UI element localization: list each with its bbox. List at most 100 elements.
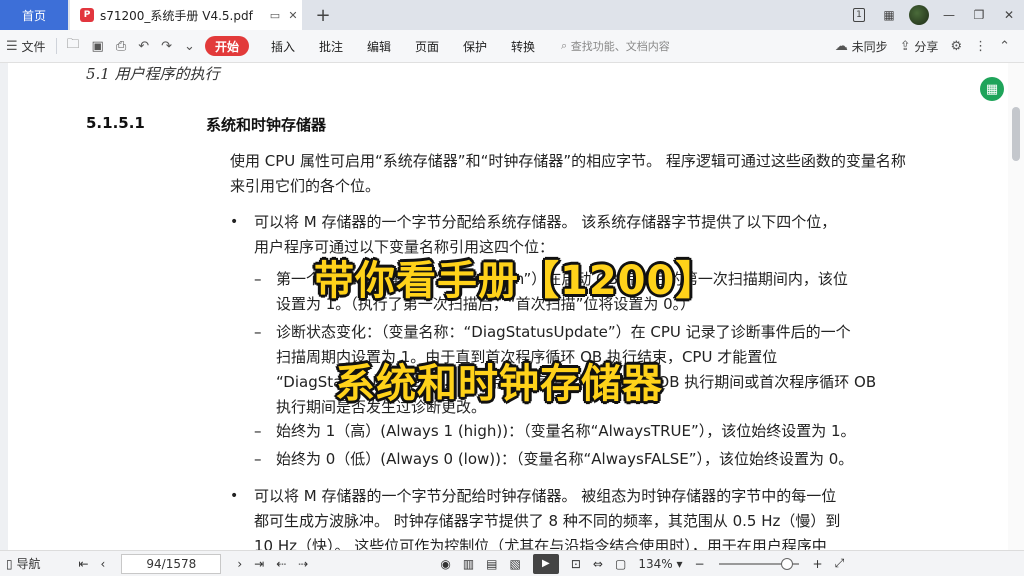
share-icon: ⇪ xyxy=(899,39,911,54)
sync-button[interactable]: ☁ 未同步 xyxy=(829,35,894,59)
section-number: 5.1.5.1 xyxy=(86,114,145,132)
more-dropdown-icon[interactable]: ⌄ xyxy=(178,34,201,58)
file-menu-label: 文件 xyxy=(21,39,46,54)
avatar-image xyxy=(909,5,929,25)
dash-item-always-false: – 始终为 0（低）(Always 0 (low))：（变量名称“AlwaysF… xyxy=(254,447,922,472)
document-viewport[interactable]: 5.1 用户程序的执行 5.1.5.1 系统和时钟存储器 使用 CPU 属性可启… xyxy=(0,63,1024,550)
bullet-line: 10 Hz（快）。 这些位可作为控制位（尤其在与沿指令结合使用时），用于在用户程… xyxy=(254,537,827,550)
search-icon: ⌕ xyxy=(561,39,568,52)
forward-icon[interactable]: ⇢ xyxy=(292,557,314,571)
dash-mark: – xyxy=(254,450,262,468)
play-icon: ▶ xyxy=(532,553,559,574)
tab-bar: 首页 P s71200_系统手册 V4.5.pdf ▭ ✕ + 1 ▦ — ❐ … xyxy=(0,0,1024,30)
zoom-out-icon[interactable]: − xyxy=(688,557,710,571)
page-number-input[interactable]: 94/1578 xyxy=(121,553,222,574)
sidebar-panel-icon: ▯ xyxy=(6,556,13,571)
search-placeholder: 查找功能、文档内容 xyxy=(570,40,670,53)
pdf-page: 5.1 用户程序的执行 5.1.5.1 系统和时钟存储器 使用 CPU 属性可启… xyxy=(8,63,1004,550)
save-icon[interactable]: ▣ xyxy=(86,34,110,58)
fit-width-icon[interactable]: ⇔ xyxy=(587,557,609,571)
menu-convert[interactable]: 转换 xyxy=(499,38,547,55)
intro-paragraph: 使用 CPU 属性可启用“系统存储器”和“时钟存储器”的相应字节。 程序逻辑可通… xyxy=(230,152,906,195)
sync-label: 未同步 xyxy=(851,40,888,54)
toolbar-right: ☁ 未同步 ⇪ 分享 ⚙ ⋮ ⌃ xyxy=(829,30,1016,63)
dash-mark: – xyxy=(254,323,262,341)
nav-panel-toggle[interactable]: ▯ 导航 xyxy=(0,555,46,572)
dash-mark: – xyxy=(254,270,262,288)
menu-edit[interactable]: 编辑 xyxy=(355,38,403,55)
actual-size-icon[interactable]: ⊡ xyxy=(565,557,587,571)
more-options-icon[interactable]: ⋮ xyxy=(968,35,993,59)
back-icon[interactable]: ⇠ xyxy=(270,557,292,571)
fit-page-icon[interactable]: ▢ xyxy=(609,557,632,571)
restore-icon[interactable]: ❐ xyxy=(964,0,994,30)
scrollbar-thumb[interactable] xyxy=(1012,107,1020,161)
toolbar-divider xyxy=(55,38,57,54)
document-tab-title: s71200_系统手册 V4.5.pdf xyxy=(100,8,253,23)
collapse-ribbon-icon[interactable]: ⌃ xyxy=(993,35,1016,59)
avatar[interactable] xyxy=(904,0,934,30)
running-header: 5.1 用户程序的执行 xyxy=(86,65,220,83)
open-folder-icon[interactable]: 🗀 xyxy=(61,34,86,58)
document-view-icon[interactable]: ▧ xyxy=(504,557,527,571)
home-tab[interactable]: 首页 xyxy=(0,0,68,30)
section-title: 系统和时钟存储器 xyxy=(206,116,327,134)
eye-mode-icon[interactable]: ◉ xyxy=(434,557,456,571)
nav-label: 导航 xyxy=(16,557,41,571)
close-window-icon[interactable]: ✕ xyxy=(994,0,1024,30)
first-page-icon[interactable]: ⇤ xyxy=(72,557,94,571)
zoom-slider-knob[interactable] xyxy=(780,557,793,570)
dash-line: 诊断状态变化：（变量名称：“DiagStatusUpdate”）在 CPU 记录… xyxy=(276,323,851,341)
fullscreen-icon[interactable]: ⤢ xyxy=(829,556,851,571)
read-mode-icon[interactable]: ▤ xyxy=(480,557,503,571)
redo-icon[interactable]: ↷ xyxy=(155,34,178,58)
next-page-icon[interactable]: › xyxy=(231,557,248,571)
spreadsheet-tool-icon[interactable]: ▦ xyxy=(980,77,1004,101)
main-toolbar: ☰ 文件 🗀 ▣ ⎙ ↶ ↷ ⌄ 开始 插入 批注 编辑 页面 保护 转换 ⌕ … xyxy=(0,30,1024,63)
zoom-slider[interactable] xyxy=(718,557,799,570)
tab-count-badge: 1 xyxy=(853,8,865,22)
single-page-icon[interactable]: ▥ xyxy=(457,557,480,571)
search-input[interactable]: ⌕ 查找功能、文档内容 xyxy=(561,38,670,54)
pdf-file-icon: P xyxy=(80,8,94,22)
document-tab[interactable]: P s71200_系统手册 V4.5.pdf ▭ ✕ xyxy=(70,0,302,30)
new-tab-button[interactable]: + xyxy=(312,4,334,26)
settings-gear-icon[interactable]: ⚙ xyxy=(944,35,968,59)
prev-page-icon[interactable]: ‹ xyxy=(95,557,112,571)
start-tab-button[interactable]: 开始 xyxy=(204,36,249,56)
menu-insert[interactable]: 插入 xyxy=(259,38,307,55)
share-button[interactable]: ⇪ 分享 xyxy=(894,35,945,59)
bullet-item-clock-memory: • 可以将 M 存储器的一个字节分配给时钟存储器。 被组态为时钟存储器的字节中的… xyxy=(230,484,920,550)
page-gutter xyxy=(0,63,8,550)
dash-line: 始终为 1（高）(Always 1 (high))：（变量名称“AlwaysTR… xyxy=(276,422,856,440)
vertical-scrollbar[interactable] xyxy=(1008,63,1024,550)
grid-apps-icon[interactable]: ▦ xyxy=(874,0,904,30)
dash-mark: – xyxy=(254,422,262,440)
menu-page[interactable]: 页面 xyxy=(403,38,451,55)
bullet-line: 都可生成方波脉冲。 时钟存储器字节提供了 8 种不同的频率，其范围从 0.5 H… xyxy=(254,512,841,530)
menu-comment[interactable]: 批注 xyxy=(307,38,355,55)
menu-protect[interactable]: 保护 xyxy=(451,38,499,55)
zoom-dropdown[interactable]: 134% ▾ xyxy=(632,557,688,571)
bullet-mark: • xyxy=(230,214,239,230)
zoom-value: 134% xyxy=(638,556,673,571)
play-slideshow-button[interactable]: ▶ xyxy=(527,553,565,574)
last-page-icon[interactable]: ⇥ xyxy=(248,557,270,571)
video-overlay-title: 带你看手册【1200】 xyxy=(314,258,717,304)
zoom-in-icon[interactable]: + xyxy=(807,557,829,571)
bullet-mark: • xyxy=(230,488,239,504)
minimize-icon[interactable]: — xyxy=(934,0,964,30)
bullet-line: 可以将 M 存储器的一个字节分配给系统存储器。 该系统存储器字节提供了以下四个位… xyxy=(254,213,837,231)
window-controls: 1 ▦ — ❐ ✕ xyxy=(844,0,1024,30)
print-icon[interactable]: ⎙ xyxy=(110,34,132,58)
tab-close-icon[interactable]: ✕ xyxy=(284,9,302,22)
bullet-line: 可以将 M 存储器的一个字节分配给时钟存储器。 被组态为时钟存储器的字节中的每一… xyxy=(254,487,837,505)
undo-icon[interactable]: ↶ xyxy=(132,34,155,58)
dash-item-always-true: – 始终为 1（高）(Always 1 (high))：（变量名称“Always… xyxy=(254,419,922,444)
cloud-sync-icon: ☁ xyxy=(834,39,848,54)
tab-count-icon[interactable]: 1 xyxy=(844,0,874,30)
file-menu[interactable]: ☰ 文件 xyxy=(0,34,52,58)
tab-window-icon[interactable]: ▭ xyxy=(266,9,284,22)
hamburger-icon: ☰ xyxy=(6,38,18,54)
video-overlay-subtitle: 系统和时钟存储器 xyxy=(335,361,663,407)
